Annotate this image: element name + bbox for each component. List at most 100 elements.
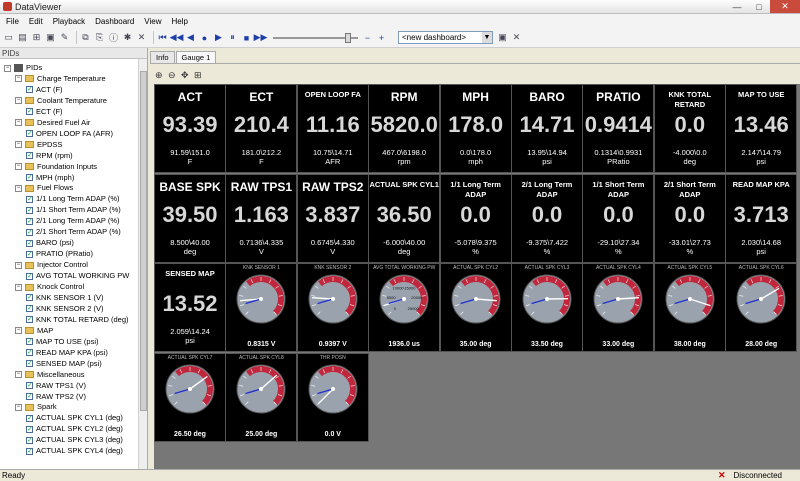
pid-checkbox[interactable]: ✓ — [26, 425, 33, 433]
analog-gauge[interactable]: ACTUAL SPK CYL8 25.00 deg — [225, 352, 298, 442]
pid-checkbox[interactable]: ✓ — [26, 130, 33, 138]
analog-gauge[interactable]: AVG TOTAL WORKING PW 0 5000 10000 15000 20000… — [368, 263, 441, 352]
pid-item[interactable]: ✓ SENSED MAP (psi) — [0, 359, 138, 369]
analog-gauge[interactable]: ACTUAL SPK CYL5 38.00 deg — [653, 263, 726, 352]
digital-gauge[interactable]: 2/1 Long Term ADAP 0.0 -9.375\7.422% — [511, 173, 583, 263]
pid-item[interactable]: ✓ ACTUAL SPK CYL2 (deg) — [0, 424, 138, 434]
digital-gauge[interactable]: 1/1 Long Term ADAP 0.0 -5.078\9.375% — [439, 173, 512, 263]
close-button[interactable]: ✕ — [770, 0, 800, 13]
pid-group[interactable]: − Desired Fuel Air — [0, 118, 138, 128]
analog-gauge[interactable]: ACTUAL SPK CYL6 28.00 deg — [725, 263, 798, 352]
collapse-icon[interactable]: − — [15, 327, 22, 335]
pid-item[interactable]: ✓ READ MAP KPA (psi) — [0, 348, 138, 358]
tab-gauge-1[interactable]: Gauge 1 — [175, 51, 217, 63]
digital-gauge[interactable]: KNK TOTAL RETARD 0.0 -4.000\0.0 deg — [653, 84, 726, 173]
pid-checkbox[interactable]: ✓ — [26, 360, 33, 368]
digital-gauge[interactable]: RAW TPS2 3.837 0.6745\4.330 V — [296, 173, 369, 263]
digital-gauge[interactable]: BASE SPK 39.50 8.500\40.00 deg — [154, 173, 226, 263]
pid-item[interactable]: ✓ OPEN LOOP FA (AFR) — [0, 129, 138, 139]
pid-group[interactable]: − Fuel Flows — [0, 183, 138, 193]
pid-item[interactable]: ✓ 2/1 Short Term ADAP (%) — [0, 227, 138, 237]
pid-group[interactable]: − Charge Temperature — [0, 74, 138, 84]
pid-checkbox[interactable]: ✓ — [26, 349, 33, 357]
pid-group[interactable]: − EPDSS — [0, 140, 138, 150]
analog-gauge[interactable]: KNK SENSOR 2 0.9397 V — [296, 263, 369, 352]
analog-gauge[interactable]: ACTUAL SPK CYL7 26.50 deg — [154, 352, 226, 442]
menu-file[interactable]: File — [6, 17, 19, 26]
pid-group[interactable]: − Knock Control — [0, 282, 138, 292]
pid-checkbox[interactable]: ✓ — [26, 272, 33, 280]
pid-group[interactable]: − Injector Control — [0, 260, 138, 270]
collapse-icon[interactable]: − — [15, 283, 22, 291]
pid-item[interactable]: ✓ ACTUAL SPK CYL4 (deg) — [0, 446, 138, 456]
pid-checkbox[interactable]: ✓ — [26, 414, 33, 422]
pid-item[interactable]: ✓ KNK SENSOR 2 (V) — [0, 304, 138, 314]
pid-checkbox[interactable]: ✓ — [26, 338, 33, 346]
pid-checkbox[interactable]: ✓ — [26, 195, 33, 203]
zoom-out-icon[interactable]: ⊖ — [168, 70, 181, 81]
pid-checkbox[interactable]: ✓ — [26, 447, 33, 455]
info-icon[interactable]: ⓘ — [108, 32, 119, 43]
settings-icon[interactable]: ✱ — [122, 32, 133, 43]
collapse-icon[interactable]: − — [15, 141, 22, 149]
minimize-button[interactable]: — — [726, 0, 748, 13]
pause-icon[interactable]: ⏸ — [227, 32, 238, 43]
analog-gauge[interactable]: ACTUAL SPK CYL3 33.50 deg — [511, 263, 583, 352]
pid-item[interactable]: ✓ KNK SENSOR 1 (V) — [0, 293, 138, 303]
collapse-icon[interactable]: − — [15, 119, 22, 127]
digital-gauge[interactable]: OPEN LOOP FA 11.16 10.75\14.71 AFR — [296, 84, 369, 173]
stop-square-icon[interactable]: ■ — [241, 32, 252, 43]
pid-group[interactable]: − Coolant Temperature — [0, 96, 138, 106]
tree-scrollbar[interactable] — [138, 59, 147, 469]
edit-icon[interactable]: ✎ — [59, 32, 70, 43]
digital-gauge[interactable]: ACT 93.39 91.59\151.0 F — [154, 84, 226, 173]
copy-icon[interactable]: ⧉ — [80, 32, 91, 43]
menu-edit[interactable]: Edit — [29, 17, 43, 26]
digital-gauge[interactable]: READ MAP KPA 3.713 2.030\14.68 psi — [725, 173, 798, 263]
pid-checkbox[interactable]: ✓ — [26, 228, 33, 236]
pid-checkbox[interactable]: ✓ — [26, 174, 33, 181]
collapse-icon[interactable]: − — [4, 64, 11, 72]
menu-view[interactable]: View — [144, 17, 161, 26]
pid-checkbox[interactable]: ✓ — [26, 206, 33, 214]
menu-playback[interactable]: Playback — [53, 17, 85, 26]
pid-checkbox[interactable]: ✓ — [26, 86, 33, 94]
pid-group[interactable]: − Foundation Inputs — [0, 162, 138, 172]
new-file-icon[interactable]: ▭ — [3, 32, 14, 43]
analog-gauge[interactable]: ACTUAL SPK CYL4 33.00 deg — [582, 263, 655, 352]
move-icon[interactable]: ✥ — [181, 70, 194, 81]
zoom-in-icon[interactable]: ⊕ — [155, 70, 168, 81]
analog-gauge[interactable]: ACTUAL SPK CYL2 35.00 deg — [439, 263, 512, 352]
collapse-icon[interactable]: − — [15, 371, 22, 379]
collapse-icon[interactable]: − — [15, 261, 22, 269]
save-icon[interactable]: ▣ — [45, 32, 56, 43]
zoom-in-button[interactable]: + — [376, 32, 387, 43]
digital-gauge[interactable]: PRATIO 0.9414 0.1314\0.9931 PRatio — [582, 84, 655, 173]
collapse-icon[interactable]: − — [15, 97, 22, 105]
rewind-icon[interactable]: ◀◀ — [170, 32, 184, 43]
analog-gauge[interactable]: KNK SENSOR 1 0.8315 V — [225, 263, 298, 352]
collapse-icon[interactable]: − — [15, 184, 22, 192]
paste-icon[interactable]: ⎘ — [94, 32, 105, 43]
menu-help[interactable]: Help — [172, 17, 188, 26]
zoom-out-button[interactable]: − — [362, 32, 373, 43]
digital-gauge[interactable]: RPM 5820.0 467.0\6198.0 rpm — [368, 84, 441, 173]
close-dashboard-icon[interactable]: ✕ — [511, 32, 522, 43]
fast-forward-icon[interactable]: ▶▶ — [254, 32, 268, 43]
pid-item[interactable]: ✓ PRATIO (PRatio) — [0, 249, 138, 259]
digital-gauge[interactable]: MAP TO USE 13.46 2.147\14.79 psi — [725, 84, 798, 173]
pid-checkbox[interactable]: ✓ — [26, 393, 33, 400]
pid-item[interactable]: ✓ MPH (mph) — [0, 173, 138, 183]
pid-checkbox[interactable]: ✓ — [26, 239, 33, 247]
pid-group[interactable]: − Miscellaneous — [0, 370, 138, 380]
digital-gauge[interactable]: SENSED MAP 13.52 2.059\14.24 psi — [154, 263, 226, 352]
pid-item[interactable]: ✓ MAP TO USE (psi) — [0, 337, 138, 347]
digital-gauge[interactable]: RAW TPS1 1.163 0.7136\4.335 V — [225, 173, 298, 263]
tab-info[interactable]: Info — [150, 51, 175, 63]
pid-checkbox[interactable]: ✓ — [26, 316, 33, 324]
pid-checkbox[interactable]: ✓ — [26, 382, 33, 390]
pid-group[interactable]: − MAP — [0, 326, 138, 336]
collapse-icon[interactable]: − — [15, 75, 22, 83]
pid-item[interactable]: ✓ 2/1 Long Term ADAP (%) — [0, 216, 138, 226]
step-back-icon[interactable]: ◀ — [185, 32, 196, 43]
